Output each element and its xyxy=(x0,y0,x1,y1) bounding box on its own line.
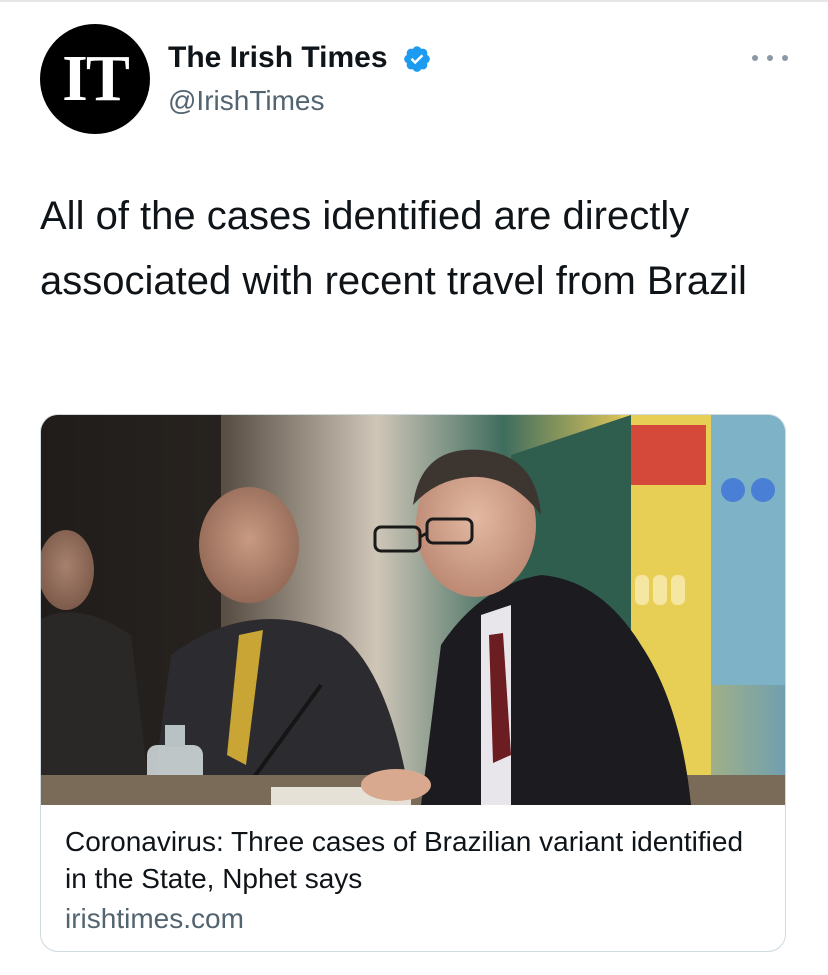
more-options-icon[interactable] xyxy=(752,48,788,68)
top-divider xyxy=(0,0,828,2)
card-title[interactable]: Coronavirus: Three cases of Brazilian va… xyxy=(65,823,755,897)
press-photo-image xyxy=(41,415,785,805)
avatar-logo-text: IT xyxy=(62,42,130,115)
account-handle[interactable]: @IrishTimes xyxy=(168,84,325,118)
verified-badge-icon xyxy=(404,46,430,72)
avatar[interactable]: IT xyxy=(40,24,150,134)
card-domain[interactable]: irishtimes.com xyxy=(65,901,244,937)
tweet-text: All of the cases identified are directly… xyxy=(40,194,747,303)
display-name[interactable]: The Irish Times xyxy=(168,40,388,76)
link-preview-card[interactable]: Coronavirus: Three cases of Brazilian va… xyxy=(40,414,786,952)
